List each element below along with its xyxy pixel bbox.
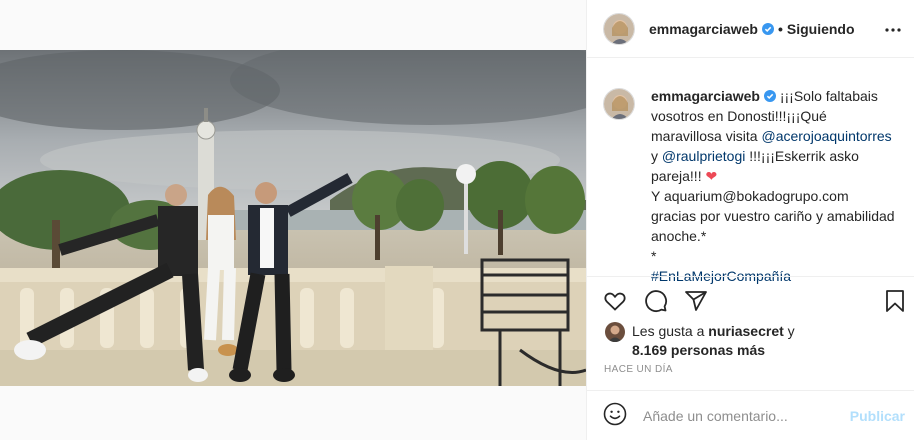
- publish-button[interactable]: Publicar: [850, 408, 905, 424]
- verified-icon: [758, 21, 774, 37]
- mention-link[interactable]: @raulprietogi: [662, 148, 745, 164]
- red-heart-emoji-icon: ❤: [705, 168, 718, 184]
- paper-plane-icon[interactable]: [684, 289, 708, 313]
- post-timestamp[interactable]: Hace un día: [604, 364, 673, 375]
- caption-username[interactable]: emmagarciaweb: [651, 88, 760, 104]
- likes-prefix: Les gusta a: [632, 323, 709, 339]
- post-header: emmagarciaweb • Siguiendo: [587, 0, 914, 58]
- caption-part2: y: [651, 148, 662, 164]
- post-actions-bar: [587, 276, 914, 322]
- caption-author-avatar[interactable]: [603, 88, 635, 120]
- likes-connector: y: [783, 323, 795, 339]
- mention-link[interactable]: @acerojoaquintorres: [761, 128, 891, 144]
- likes-summary: Les gusta a nuriasecret y 8.169 personas…: [605, 322, 905, 360]
- bookmark-icon[interactable]: [883, 289, 907, 313]
- header-separator: •: [777, 20, 783, 37]
- post-media-area: [0, 0, 586, 440]
- comment-composer: Publicar: [587, 390, 914, 440]
- likes-text: Les gusta a nuriasecret y 8.169 personas…: [632, 322, 795, 360]
- heart-outline-icon[interactable]: [603, 289, 627, 313]
- post-side-panel: emmagarciaweb • Siguiendo emmagarciaweb …: [586, 0, 914, 440]
- caption-part5: *: [651, 248, 657, 264]
- post-caption: emmagarciaweb ¡¡¡Solo faltabais vosotros…: [603, 86, 903, 286]
- author-avatar[interactable]: [603, 12, 635, 45]
- post-photo[interactable]: [0, 50, 586, 386]
- likes-count[interactable]: 8.169 personas más: [632, 342, 765, 358]
- caption-part4: Y aquarium@bokadogrupo.com gracias por v…: [651, 188, 895, 244]
- comment-bubble-icon[interactable]: [644, 289, 668, 313]
- caption-text: emmagarciaweb ¡¡¡Solo faltabais vosotros…: [651, 86, 897, 286]
- instagram-post: emmagarciaweb • Siguiendo emmagarciaweb …: [0, 0, 914, 440]
- following-button[interactable]: Siguiendo: [787, 21, 855, 37]
- more-options-icon[interactable]: [881, 18, 905, 42]
- liker-avatar[interactable]: [605, 322, 625, 342]
- verified-icon: [760, 88, 776, 104]
- author-username[interactable]: emmagarciaweb: [649, 21, 758, 37]
- liker-username[interactable]: nuriasecret: [708, 323, 783, 339]
- comment-input[interactable]: [643, 407, 843, 424]
- smiley-icon[interactable]: [603, 402, 627, 429]
